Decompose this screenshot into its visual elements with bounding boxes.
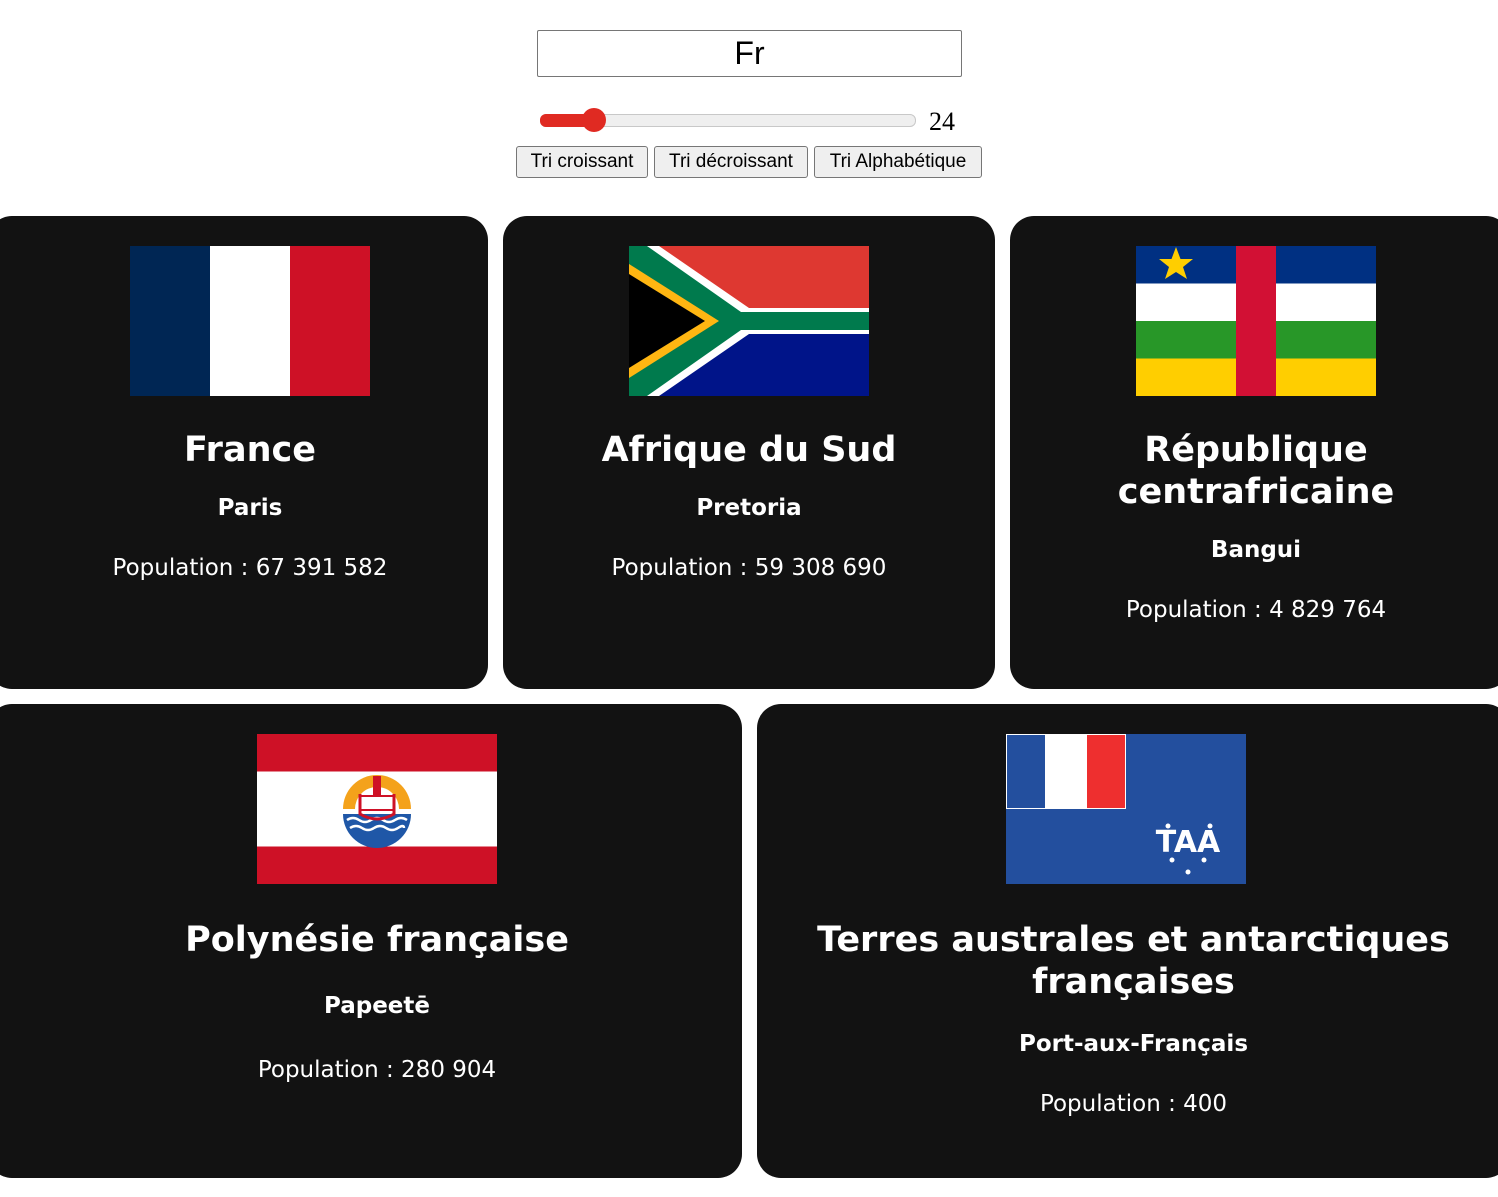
svg-text:TAA: TAA <box>1155 825 1220 860</box>
slider-value: 24 <box>929 107 955 136</box>
range-slider[interactable] <box>540 108 916 132</box>
country-name: France <box>184 430 316 470</box>
country-capital: Papeetē <box>323 993 430 1019</box>
population-value: 400 <box>1183 1091 1228 1117</box>
country-card[interactable]: République centrafricaine Bangui Populat… <box>1010 216 1498 689</box>
central-african-republic-flag-icon <box>1136 246 1376 396</box>
sort-descending-button[interactable]: Tri décroissant <box>654 146 808 178</box>
search-input[interactable] <box>537 30 962 77</box>
country-card[interactable]: Polynésie française Papeetē Population :… <box>0 704 742 1178</box>
country-capital: Pretoria <box>696 495 802 521</box>
population-label: Population : <box>257 1057 394 1083</box>
country-card[interactable]: Afrique du Sud Pretoria Population : 59 … <box>503 216 995 689</box>
country-population: Population : 4 829 764 <box>1010 595 1498 625</box>
country-name: Terres australes et antarctiques françai… <box>817 920 1450 1002</box>
population-label: Population : <box>611 555 748 581</box>
country-card[interactable]: TAA Terres australes et antarctiques fra… <box>757 704 1498 1178</box>
population-value: 67 391 582 <box>255 555 388 581</box>
sort-ascending-button[interactable]: Tri croissant <box>516 146 648 178</box>
south-africa-flag-icon <box>629 246 869 396</box>
country-population: Population : 67 391 582 <box>12 553 488 583</box>
population-value: 4 829 764 <box>1269 597 1387 623</box>
french-southern-territories-flag-icon: TAA <box>1005 734 1246 884</box>
sort-alphabetical-button[interactable]: Tri Alphabétique <box>814 146 982 178</box>
population-value: 280 904 <box>401 1057 497 1083</box>
population-label: Population : <box>112 555 249 581</box>
country-name: Polynésie française <box>185 920 569 960</box>
country-population: Population : 400 <box>757 1089 1498 1119</box>
country-capital: Port-aux-Français <box>1018 1031 1249 1057</box>
country-name: Afrique du Sud <box>601 430 897 470</box>
country-population: Population : 59 308 690 <box>503 553 995 583</box>
population-value: 59 308 690 <box>754 555 887 581</box>
country-name: République centrafricaine <box>1117 430 1395 512</box>
population-label: Population : <box>1125 597 1262 623</box>
country-capital: Paris <box>217 495 283 521</box>
country-capital: Bangui <box>1210 537 1302 563</box>
country-population: Population : 280 904 <box>12 1055 742 1085</box>
population-label: Population : <box>1039 1091 1176 1117</box>
french-polynesia-flag-icon <box>257 734 497 884</box>
france-flag-icon <box>130 246 370 396</box>
controls-bar: 24 Tri croissant Tri décroissant Tri Alp… <box>0 0 1498 200</box>
slider-thumb[interactable] <box>582 108 606 132</box>
country-card[interactable]: France Paris Population : 67 391 582 <box>0 216 488 689</box>
